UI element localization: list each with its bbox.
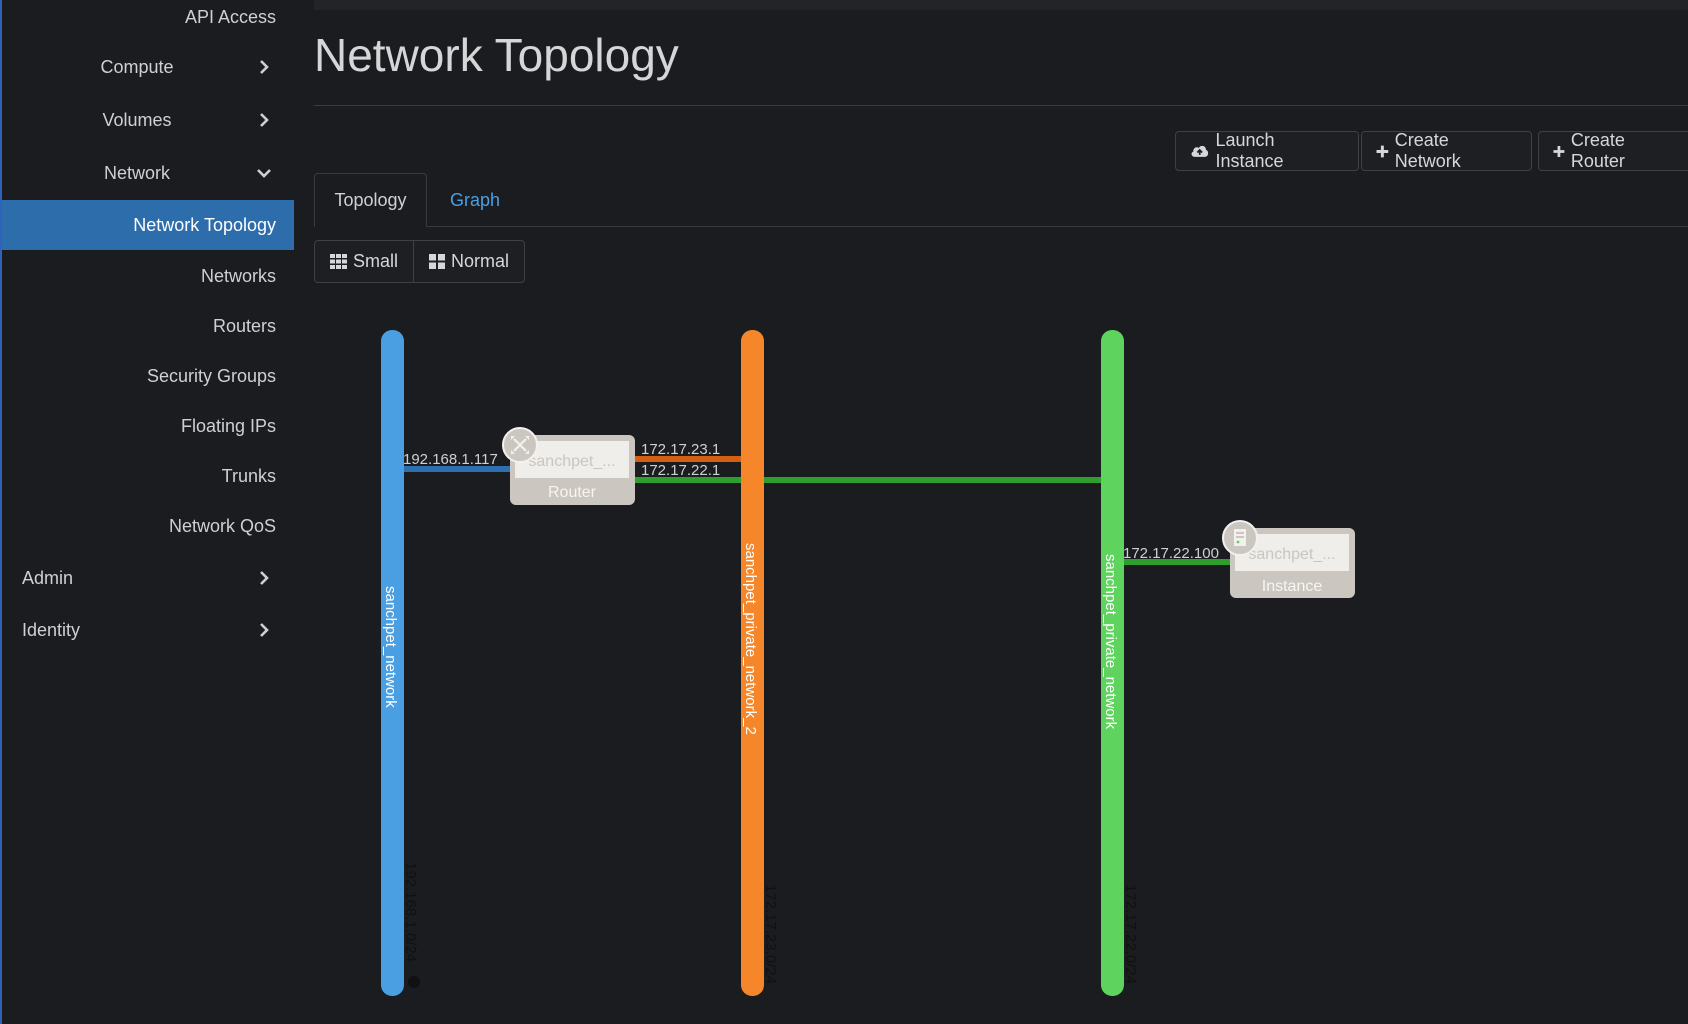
instance-ip-label: 172.17.22.100 — [1123, 545, 1219, 562]
network-cidr-label: 192.168.1.0/24 — [402, 862, 419, 962]
instance-name: sanchpet_... — [1248, 546, 1335, 563]
network-topology-canvas: sanchpet_network 192.168.1.0/24 sanchpet… — [381, 330, 1355, 996]
router-node[interactable]: sanchpet_... Router — [502, 427, 635, 505]
router-ip-label: 172.17.23.1 — [641, 441, 720, 458]
network-bar[interactable]: sanchpet_private_network_2 172.17.23.0/2… — [741, 330, 779, 996]
router-icon — [502, 427, 538, 463]
network-name-label: sanchpet_network — [382, 586, 399, 708]
network-cidr-label: 172.17.23.0/24 — [762, 884, 779, 984]
network-bar[interactable]: sanchpet_private_network 172.17.22.0/24 — [1101, 330, 1139, 996]
router-ip-label: 192.168.1.117 — [403, 451, 498, 468]
network-name-label: sanchpet_private_network — [1102, 554, 1119, 730]
network-name-label: sanchpet_private_network_2 — [742, 543, 759, 735]
router-ip-label: 172.17.22.1 — [641, 462, 720, 479]
router-type-label: Router — [548, 484, 597, 501]
instance-node[interactable]: sanchpet_... Instance — [1222, 520, 1355, 598]
instance-type-label: Instance — [1262, 578, 1323, 595]
router-name: sanchpet_... — [528, 453, 615, 470]
server-icon — [1222, 520, 1258, 556]
network-cidr-label: 172.17.22.0/24 — [1122, 884, 1139, 984]
network-bar[interactable]: sanchpet_network 192.168.1.0/24 — [381, 330, 420, 996]
network-info-icon — [408, 976, 420, 988]
